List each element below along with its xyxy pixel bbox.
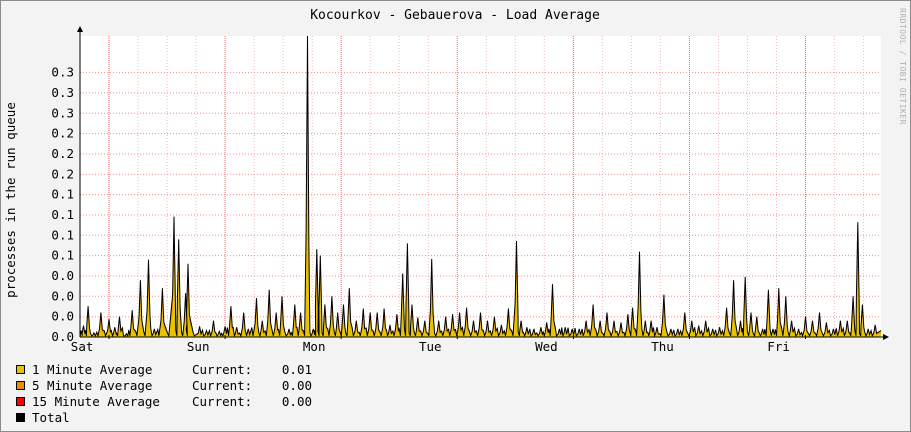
plot-area <box>80 36 881 337</box>
x-tick-label-sat: Sat <box>71 339 94 354</box>
legend-current-value: 0.00 <box>281 377 312 393</box>
x-tick-label-wed: Wed <box>535 339 558 354</box>
x-tick-label-fri: Fri <box>767 339 790 354</box>
legend-series-name: Total <box>32 409 70 425</box>
y-tick-label: 0.1 <box>51 207 74 222</box>
x-tick-label-mon: Mon <box>303 339 326 354</box>
legend-series-name: 15 Minute Average <box>32 393 160 409</box>
legend-entry: 5 Minute Average Current: 0.00 <box>16 377 312 393</box>
x-tick-label-sun: Sun <box>187 339 210 354</box>
legend-current-label: Current: <box>192 361 253 377</box>
x-tick-label-tue: Tue <box>419 339 442 354</box>
legend-swatch <box>16 364 25 374</box>
x-tick-label-thu: Thu <box>651 339 674 354</box>
watermark: RRDTOOL / TOBI OETIKER <box>898 8 907 125</box>
y-tick-label: 0.3 <box>51 65 74 80</box>
legend-series-name: 5 Minute Average <box>32 377 153 393</box>
legend-current-value: 0.00 <box>281 393 312 409</box>
y-tick-label: 0.2 <box>51 166 74 181</box>
legend-swatch <box>16 412 25 422</box>
x-axis-arrow <box>883 334 889 340</box>
legend-swatch <box>16 380 25 390</box>
y-tick-label: 0.0 <box>51 309 74 324</box>
y-tick-label: 0.1 <box>51 248 74 263</box>
y-tick-label: 0.2 <box>51 146 74 161</box>
y-axis-arrow <box>77 26 83 32</box>
legend-entry: Total <box>16 409 312 425</box>
legend: 1 Minute Average Current: 0.01 5 Minute Ave… <box>16 361 312 425</box>
y-tick-label: 0.3 <box>51 105 74 120</box>
y-tick-label: 0.0 <box>51 268 74 283</box>
legend-current-value: 0.01 <box>281 361 312 377</box>
y-axis-label: processes in the run queue <box>3 102 18 298</box>
legend-entry: 1 Minute Average Current: 0.01 <box>16 361 312 377</box>
y-tick-label: 0.1 <box>51 227 74 242</box>
legend-current-label: Current: <box>192 393 253 409</box>
y-tick-label: 0.1 <box>51 187 74 202</box>
chart-title: Kocourkov - Gebauerova - Load Average <box>310 8 600 23</box>
y-tick-label: 0.0 <box>51 288 74 303</box>
y-tick-label: 0.3 <box>51 85 74 100</box>
legend-entry: 15 Minute Average Current: 0.00 <box>16 393 312 409</box>
legend-current-label: Current: <box>192 377 253 393</box>
legend-series-name: 1 Minute Average <box>32 361 153 377</box>
legend-swatch <box>16 396 25 406</box>
y-tick-label: 0.2 <box>51 126 74 141</box>
